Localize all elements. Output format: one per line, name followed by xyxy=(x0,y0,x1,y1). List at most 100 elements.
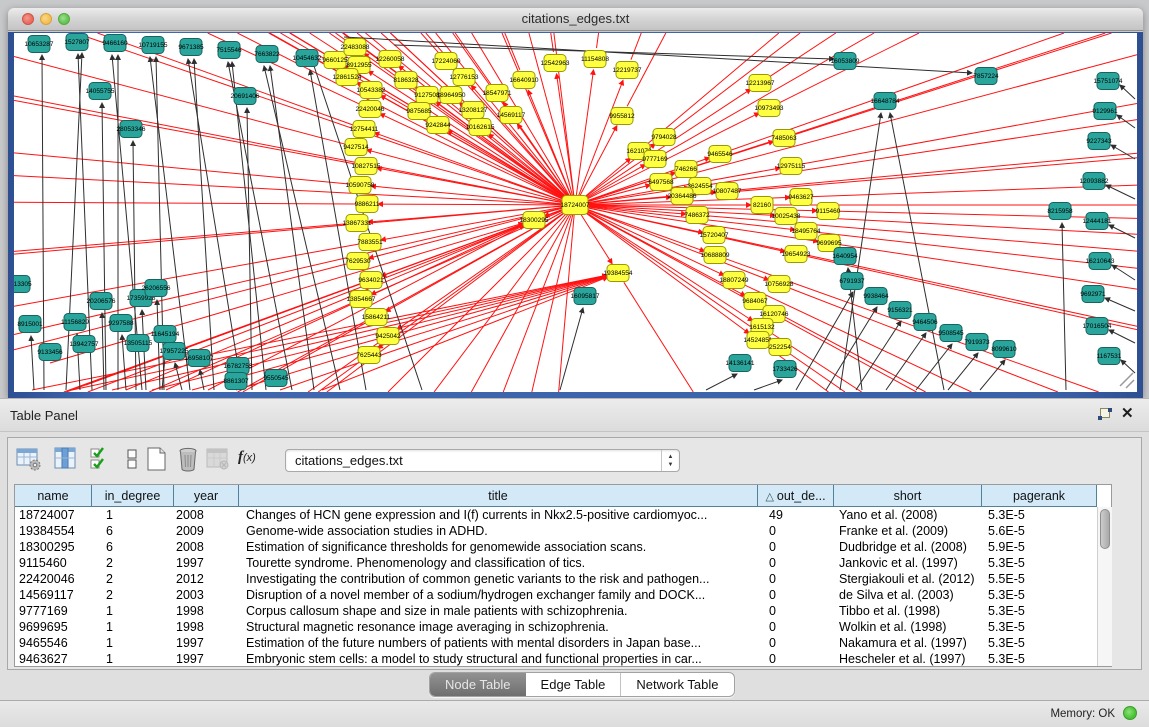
table-cell[interactable]: Estimation of the future numbers of pati… xyxy=(246,635,756,651)
row-height-icon[interactable] xyxy=(120,446,146,472)
table-cell[interactable]: Nakamura et al. (1997) xyxy=(839,635,980,651)
table-cell[interactable]: 2008 xyxy=(176,539,237,555)
table-cell[interactable]: 49 xyxy=(769,507,832,523)
tab-node-table[interactable]: Node Table xyxy=(430,673,526,696)
table-cell[interactable]: Yano et al. (2008) xyxy=(839,507,980,523)
new-table-icon[interactable] xyxy=(144,446,170,472)
table-cell[interactable]: 0 xyxy=(769,619,832,635)
table-cell[interactable]: 2 xyxy=(106,555,172,571)
graph-node-label: 9463627 xyxy=(788,194,814,201)
table-cell[interactable]: Corpus callosum shape and size in male p… xyxy=(246,603,756,619)
table-cell[interactable]: 1 xyxy=(106,603,172,619)
table-cell[interactable]: 0 xyxy=(769,603,832,619)
table-cell[interactable]: 9115460 xyxy=(19,555,90,571)
network-canvas[interactable]: 1872400718300295193845549660125891295512… xyxy=(14,33,1137,392)
table-cell[interactable]: 5.3E-5 xyxy=(988,555,1095,571)
table-cell[interactable]: 5.3E-5 xyxy=(988,587,1095,603)
table-cell[interactable]: 9699695 xyxy=(19,619,90,635)
table-cell[interactable]: 0 xyxy=(769,523,832,539)
table-cell[interactable]: Genome-wide association studies in ADHD. xyxy=(246,523,756,539)
import-table-icon[interactable] xyxy=(205,446,231,472)
table-cell[interactable]: 14569117 xyxy=(19,587,90,603)
graph-node-label: 12975115 xyxy=(777,163,806,170)
table-cell[interactable]: 1 xyxy=(106,651,172,667)
table-cell[interactable]: 22420046 xyxy=(19,571,90,587)
table-settings-icon[interactable] xyxy=(16,446,42,472)
table-cell[interactable]: 2003 xyxy=(176,587,237,603)
table-cell[interactable]: de Silva et al. (2003) xyxy=(839,587,980,603)
tab-edge-table[interactable]: Edge Table xyxy=(526,673,621,696)
table-cell[interactable]: 2012 xyxy=(176,571,237,587)
column-header-title[interactable]: title xyxy=(239,485,758,507)
table-cell[interactable]: Tourette syndrome. Phenomenology and cla… xyxy=(246,555,756,571)
table-cell[interactable]: 5.3E-5 xyxy=(988,603,1095,619)
column-header-pagerank[interactable]: pagerank xyxy=(982,485,1097,507)
table-cell[interactable]: Jankovic et al. (1997) xyxy=(839,555,980,571)
graph-node-label: 6497568 xyxy=(648,179,674,186)
table-scrollbar[interactable] xyxy=(1097,507,1112,666)
canvas-resize-grip[interactable] xyxy=(1120,373,1134,388)
table-cell[interactable]: 1 xyxy=(106,635,172,651)
column-header-name[interactable]: name xyxy=(15,485,92,507)
table-cell[interactable]: 1997 xyxy=(176,651,237,667)
table-cell[interactable]: 0 xyxy=(769,651,832,667)
table-cell[interactable]: 0 xyxy=(769,587,832,603)
table-cell[interactable]: Estimation of significance thresholds fo… xyxy=(246,539,756,555)
table-cell[interactable]: Disruption of a novel member of a sodium… xyxy=(246,587,756,603)
table-cell[interactable]: 5.3E-5 xyxy=(988,635,1095,651)
table-cell[interactable]: 5.3E-5 xyxy=(988,651,1095,667)
table-cell[interactable]: Changes of HCN gene expression and I(f) … xyxy=(246,507,756,523)
table-cell[interactable]: 2008 xyxy=(176,507,237,523)
table-cell[interactable]: 1 xyxy=(106,507,172,523)
table-cell[interactable]: Investigating the contribution of common… xyxy=(246,571,756,587)
table-cell[interactable]: 9777169 xyxy=(19,603,90,619)
table-cell[interactable]: 1997 xyxy=(176,555,237,571)
select-rows-icon[interactable] xyxy=(88,446,114,472)
table-cell[interactable]: 2009 xyxy=(176,523,237,539)
function-builder-icon[interactable]: f(x) xyxy=(238,448,264,474)
table-cell[interactable]: 6 xyxy=(106,539,172,555)
table-cell[interactable]: Embryonic stem cells: a model to study s… xyxy=(246,651,756,667)
table-cell[interactable]: 18300295 xyxy=(19,539,90,555)
table-cell[interactable]: 5.3E-5 xyxy=(988,507,1095,523)
table-cell[interactable]: Hescheler et al. (1997) xyxy=(839,651,980,667)
table-cell[interactable]: 1998 xyxy=(176,619,237,635)
table-cell[interactable]: 2 xyxy=(106,587,172,603)
table-cell[interactable]: 5.9E-5 xyxy=(988,539,1095,555)
close-panel-icon[interactable]: ✕ xyxy=(1121,404,1134,422)
table-cell[interactable]: 5.6E-5 xyxy=(988,523,1095,539)
column-header-out_de[interactable]: △out_de... xyxy=(758,485,834,507)
table-cell[interactable]: 1998 xyxy=(176,603,237,619)
delete-table-icon[interactable] xyxy=(175,446,201,472)
table-cell[interactable]: 9465546 xyxy=(19,635,90,651)
tab-network-table[interactable]: Network Table xyxy=(620,673,733,696)
table-cell[interactable]: 0 xyxy=(769,635,832,651)
table-cell[interactable]: Wolkin et al. (1998) xyxy=(839,619,980,635)
select-columns-icon[interactable] xyxy=(53,446,79,472)
table-cell[interactable]: 5.3E-5 xyxy=(988,619,1095,635)
column-header-in_degree[interactable]: in_degree xyxy=(92,485,174,507)
table-cell[interactable]: 9463627 xyxy=(19,651,90,667)
graph-node-label: 18964950 xyxy=(437,92,466,99)
window-titlebar[interactable]: citations_edges.txt xyxy=(8,8,1143,31)
table-cell[interactable]: 18724007 xyxy=(19,507,90,523)
table-select-dropdown[interactable]: citations_edges.txt ▲▼ xyxy=(285,449,680,472)
table-scrollbar-thumb[interactable] xyxy=(1100,509,1110,549)
table-cell[interactable]: 1 xyxy=(106,619,172,635)
table-cell[interactable]: Structural magnetic resonance image aver… xyxy=(246,619,756,635)
table-cell[interactable]: 2 xyxy=(106,571,172,587)
table-cell[interactable]: Franke et al. (2009) xyxy=(839,523,980,539)
table-cell[interactable]: Dudbridge et al. (2008) xyxy=(839,539,980,555)
table-cell[interactable]: Tibbo et al. (1998) xyxy=(839,603,980,619)
table-cell[interactable]: 0 xyxy=(769,539,832,555)
table-cell[interactable]: 0 xyxy=(769,571,832,587)
table-cell[interactable]: 19384554 xyxy=(19,523,90,539)
table-cell[interactable]: 5.5E-5 xyxy=(988,571,1095,587)
column-header-year[interactable]: year xyxy=(174,485,239,507)
table-cell[interactable]: 1997 xyxy=(176,635,237,651)
float-panel-icon[interactable] xyxy=(1098,408,1114,422)
table-cell[interactable]: 0 xyxy=(769,555,832,571)
column-header-short[interactable]: short xyxy=(834,485,982,507)
table-cell[interactable]: 6 xyxy=(106,523,172,539)
table-cell[interactable]: Stergiakouli et al. (2012) xyxy=(839,571,980,587)
